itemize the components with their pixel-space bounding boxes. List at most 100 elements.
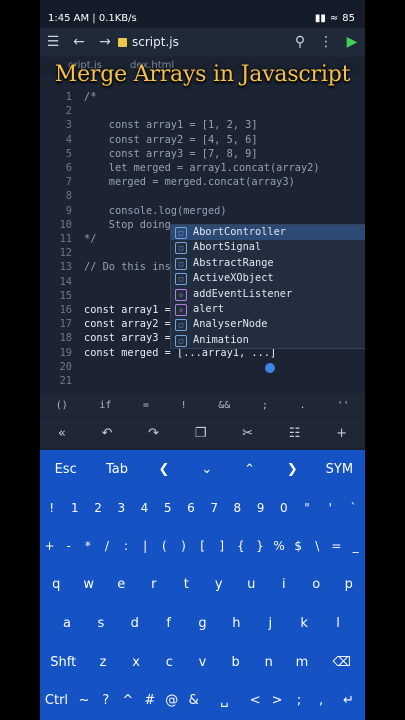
search-icon[interactable]: ⚲ (287, 28, 313, 56)
undo-icon[interactable]: ↶ (102, 426, 113, 441)
code-line[interactable]: 1 /* (40, 90, 365, 104)
symbol-key[interactable]: ! (181, 400, 187, 411)
key[interactable]: h (219, 604, 253, 643)
key[interactable]: [ (193, 527, 212, 566)
key[interactable]: g (186, 604, 220, 643)
add-icon[interactable]: + (336, 426, 347, 441)
key[interactable]: 4 (133, 489, 156, 528)
code-line[interactable]: 5 const array3 = [7, 8, 9] (40, 147, 365, 161)
key[interactable]: 6 (179, 489, 202, 528)
key[interactable]: x (120, 643, 153, 682)
key[interactable]: < (244, 681, 266, 720)
run-icon[interactable]: ▶ (339, 28, 365, 56)
key[interactable]: | (136, 527, 155, 566)
key[interactable]: j (253, 604, 287, 643)
key[interactable]: d (118, 604, 152, 643)
code-line[interactable]: 8 (40, 189, 365, 203)
undo-arrow-icon[interactable]: ← (66, 28, 92, 56)
key[interactable]: o (300, 566, 333, 605)
key[interactable]: & (183, 681, 205, 720)
menu-icon[interactable]: ☰ (40, 28, 66, 56)
key[interactable]: ↵ (332, 681, 365, 720)
key[interactable]: ❯ (271, 450, 314, 489)
key[interactable]: ⌄ (185, 450, 228, 489)
key[interactable]: > (266, 681, 288, 720)
key[interactable]: 3 (110, 489, 133, 528)
key[interactable]: c (153, 643, 186, 682)
key[interactable]: ) (174, 527, 193, 566)
key[interactable]: r (138, 566, 171, 605)
key[interactable]: ␣ (205, 681, 245, 720)
key[interactable]: 7 (203, 489, 226, 528)
key[interactable]: = (327, 527, 346, 566)
redo-arrow-icon[interactable]: → (92, 28, 118, 56)
key[interactable]: + (40, 527, 59, 566)
key[interactable]: q (40, 566, 73, 605)
autocomplete-item[interactable]: ◇ alert (171, 302, 365, 317)
key[interactable]: ❮ (143, 450, 186, 489)
key[interactable]: Esc (40, 450, 91, 489)
code-line[interactable]: 9 console.log(merged) (40, 204, 365, 218)
key[interactable]: m (285, 643, 318, 682)
key[interactable]: v (186, 643, 219, 682)
key[interactable]: / (97, 527, 116, 566)
autocomplete-item[interactable]: □ AbstractRange (171, 256, 365, 271)
key[interactable]: { (231, 527, 250, 566)
key[interactable]: : (117, 527, 136, 566)
key[interactable]: 1 (63, 489, 86, 528)
key[interactable]: p (333, 566, 366, 605)
symbol-key[interactable]: . (299, 400, 305, 411)
key[interactable]: * (78, 527, 97, 566)
autocomplete-item[interactable]: ◇ addEventListener (171, 287, 365, 302)
key[interactable]: " (295, 489, 318, 528)
key[interactable]: 8 (226, 489, 249, 528)
key[interactable]: @ (161, 681, 183, 720)
key[interactable]: l (321, 604, 355, 643)
key[interactable]: Shft (40, 643, 86, 682)
key[interactable]: SYM (314, 450, 365, 489)
key[interactable]: u (235, 566, 268, 605)
code-line[interactable]: 7 merged = merged.concat(array3) (40, 175, 365, 189)
file-name[interactable]: script.js (132, 35, 179, 49)
key[interactable]: ^ (117, 681, 139, 720)
key[interactable]: } (250, 527, 269, 566)
key[interactable]: # (139, 681, 161, 720)
key[interactable]: z (86, 643, 119, 682)
key[interactable]: 2 (86, 489, 109, 528)
key[interactable]: ! (40, 489, 63, 528)
key[interactable]: - (59, 527, 78, 566)
key[interactable]: b (219, 643, 252, 682)
key[interactable]: _ (346, 527, 365, 566)
key[interactable]: n (252, 643, 285, 682)
key[interactable]: % (270, 527, 289, 566)
key[interactable]: ] (212, 527, 231, 566)
key[interactable]: ⌫ (319, 643, 365, 682)
redo-icon[interactable]: ↷ (148, 426, 159, 441)
symbol-key[interactable]: if (99, 400, 111, 411)
code-line[interactable]: 3 const array1 = [1, 2, 3] (40, 118, 365, 132)
key[interactable]: ' (319, 489, 342, 528)
key[interactable]: 5 (156, 489, 179, 528)
key[interactable]: Ctrl (40, 681, 73, 720)
symbol-key[interactable]: = (143, 400, 149, 411)
symbol-key[interactable]: () (56, 400, 68, 411)
key[interactable]: k (287, 604, 321, 643)
key[interactable]: f (152, 604, 186, 643)
key[interactable]: t (170, 566, 203, 605)
key[interactable]: e (105, 566, 138, 605)
double-chevron-left-icon[interactable]: « (58, 426, 66, 441)
key[interactable]: ( (155, 527, 174, 566)
code-line[interactable]: 20 (40, 360, 365, 374)
key[interactable]: \ (308, 527, 327, 566)
autocomplete-item[interactable]: □ Animation (171, 333, 365, 348)
key[interactable]: i (268, 566, 301, 605)
code-line[interactable]: 21 (40, 374, 365, 388)
cut-icon[interactable]: ✂ (242, 426, 253, 441)
autocomplete-item[interactable]: □ AbortSignal (171, 240, 365, 255)
code-line[interactable]: 4 const array2 = [4, 5, 6] (40, 133, 365, 147)
symbol-key[interactable]: ; (262, 400, 268, 411)
key[interactable]: ~ (73, 681, 95, 720)
key[interactable]: ⌃ (228, 450, 271, 489)
key[interactable]: 9 (249, 489, 272, 528)
key[interactable]: s (84, 604, 118, 643)
